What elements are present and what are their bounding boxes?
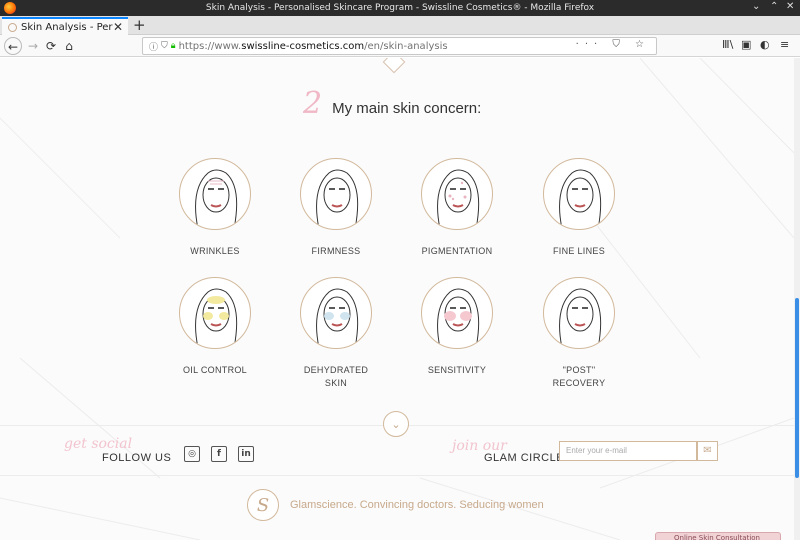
back-button[interactable]: ← <box>4 37 22 55</box>
url-path: /en/skin-analysis <box>364 40 448 52</box>
concern-option-firmness[interactable]: FIRMNESS <box>276 158 396 258</box>
lock-icon[interactable]: 🔒︎ <box>171 41 176 51</box>
concern-option-fine-lines[interactable]: FINE LINES <box>519 158 639 258</box>
concern-option-sensitivity[interactable]: SENSITIVITY <box>397 277 517 377</box>
face-illustration-icon <box>179 158 251 230</box>
facebook-icon[interactable]: f <box>211 446 227 462</box>
page-content: 2 My main skin concern: WRINKLES FIRMNES… <box>0 58 794 540</box>
swissline-logo[interactable]: S <box>247 489 279 521</box>
account-icon[interactable]: ◐ <box>760 38 770 51</box>
concern-option-post-recovery[interactable]: "POST" RECOVERY <box>519 277 639 390</box>
email-submit-button[interactable]: ✉ <box>697 441 718 461</box>
tab-strip: Skin Analysis - Personalised Skincare Pr… <box>0 16 800 35</box>
reload-button[interactable]: ⟳ <box>42 37 60 55</box>
sidebar-icon[interactable]: ▣ <box>741 38 751 51</box>
url-protocol: https://www. <box>178 40 242 52</box>
step-number: 2 <box>303 86 323 121</box>
face-illustration-icon <box>421 158 493 230</box>
face-illustration-icon <box>300 158 372 230</box>
concern-option-pigmentation[interactable]: PIGMENTATION <box>397 158 517 258</box>
email-input[interactable]: Enter your e-mail <box>559 441 697 461</box>
option-label: PIGMENTATION <box>421 246 493 256</box>
url-bar[interactable]: ⓘ ⛉ 🔒︎ https://www. swissline-cosmetics.c… <box>142 37 657 55</box>
menu-icon[interactable]: ≡ <box>780 38 789 51</box>
linkedin-icon[interactable]: in <box>238 446 254 462</box>
firefox-logo-icon <box>4 2 16 14</box>
option-label: SENSITIVITY <box>427 365 487 375</box>
page-scrollbar[interactable] <box>794 58 800 540</box>
face-illustration-icon <box>543 277 615 349</box>
info-icon[interactable]: ⓘ <box>149 40 158 53</box>
instagram-icon[interactable]: ◎ <box>184 446 200 462</box>
tab-close-icon[interactable]: ✕ <box>113 20 123 34</box>
maximize-icon[interactable]: ⌃ <box>770 1 778 12</box>
face-illustration-icon <box>300 277 372 349</box>
face-illustration-icon <box>543 158 615 230</box>
concern-option-dehydrated-skin[interactable]: DEHYDRATED SKIN <box>276 277 396 390</box>
shield-icon[interactable]: ⛉ <box>161 41 168 51</box>
new-tab-button[interactable]: + <box>133 16 146 34</box>
envelope-icon: ✉ <box>703 445 712 456</box>
window-title-bar: Skin Analysis - Personalised Skincare Pr… <box>0 0 800 16</box>
chevron-down-icon: ⌄ <box>391 417 401 431</box>
option-label: DEHYDRATED SKIN <box>303 365 369 388</box>
home-button[interactable]: ⌂ <box>60 37 78 55</box>
minimize-icon[interactable]: ⌄ <box>752 1 760 12</box>
tab-label: Skin Analysis - Personalised Skincare Pr… <box>21 21 113 33</box>
get-social-script: get social <box>64 436 133 452</box>
page-actions-icon[interactable]: ··· ⛉ ☆ <box>576 39 650 50</box>
library-icon[interactable]: Ⅲ\ <box>722 38 733 51</box>
forward-button[interactable]: → <box>24 37 42 55</box>
url-domain: swissline-cosmetics.com <box>241 40 365 52</box>
close-window-icon[interactable]: ✕ <box>786 1 794 12</box>
concern-option-wrinkles[interactable]: WRINKLES <box>155 158 275 258</box>
option-label: "POST" RECOVERY <box>552 365 606 388</box>
option-label: OIL CONTROL <box>183 365 247 375</box>
scroll-down-button[interactable]: ⌄ <box>383 411 409 437</box>
option-label: WRINKLES <box>190 246 240 256</box>
follow-us-label: FOLLOW US <box>102 452 172 464</box>
concern-option-oil-control[interactable]: OIL CONTROL <box>155 277 275 377</box>
window-title: Skin Analysis - Personalised Skincare Pr… <box>205 3 595 13</box>
footer-divider <box>0 475 794 476</box>
scrollbar-thumb[interactable] <box>795 298 799 478</box>
option-label: FIRMNESS <box>311 246 361 256</box>
section-title: My main skin concern: <box>332 100 482 117</box>
brand-tagline: Glamscience. Convincing doctors. Seducin… <box>290 499 544 511</box>
nav-toolbar: ← → ⟳ ⌂ ⓘ ⛉ 🔒︎ https://www. swissline-cos… <box>0 35 800 57</box>
online-consultation-tab[interactable]: Online Skin Consultation <box>655 532 781 540</box>
tab-skin-analysis[interactable]: Skin Analysis - Personalised Skincare Pr… <box>2 17 128 35</box>
favicon-icon <box>8 22 17 32</box>
face-illustration-icon <box>421 277 493 349</box>
option-label: FINE LINES <box>552 246 605 256</box>
step-heading: 2 My main skin concern: <box>303 86 481 121</box>
face-illustration-icon <box>179 277 251 349</box>
glam-circle-label: GLAM CIRCLE <box>484 452 565 464</box>
